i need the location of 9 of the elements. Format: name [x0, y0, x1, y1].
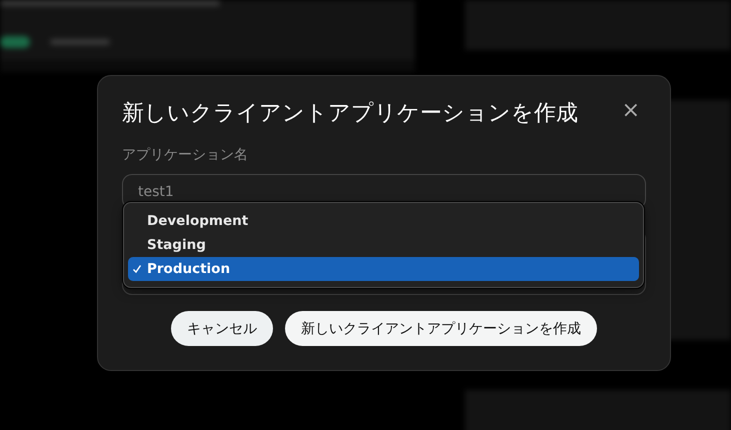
field-label: アプリケーション名	[122, 146, 249, 164]
close-button[interactable]: ×	[616, 100, 646, 122]
dropdown-option[interactable]: Production	[128, 257, 639, 281]
dropdown-option[interactable]: Staging	[128, 233, 639, 257]
dropdown-option[interactable]: Development	[128, 209, 639, 233]
check-icon	[132, 264, 142, 274]
cancel-button[interactable]: キャンセル	[171, 311, 273, 346]
dialog-title: 新しいクライアントアプリケーションを作成	[122, 100, 578, 128]
create-button[interactable]: 新しいクライアントアプリケーションを作成	[285, 311, 597, 346]
